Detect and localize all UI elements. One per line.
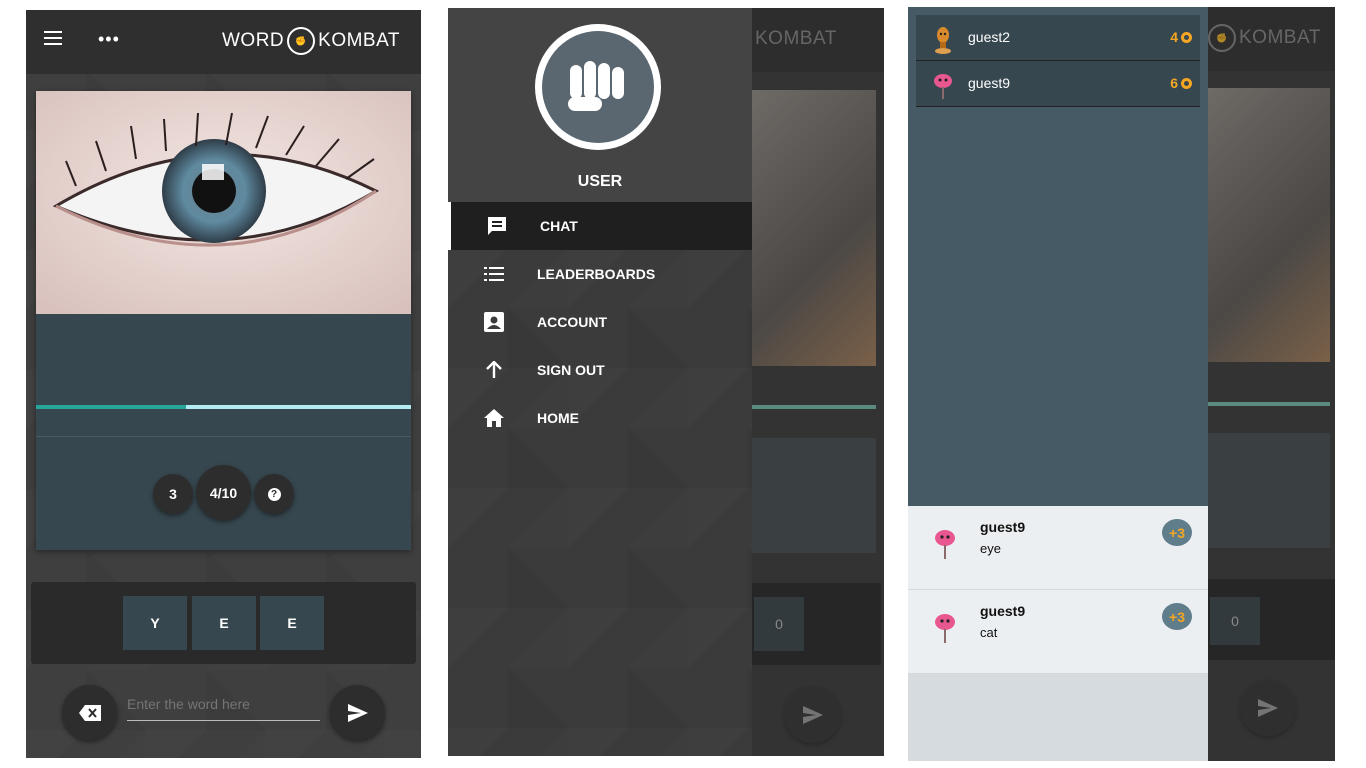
guest-avatar-orange-icon — [935, 27, 951, 54]
coin-icon — [1181, 31, 1192, 43]
chat-icon — [485, 214, 509, 238]
timer-progress-fill — [36, 405, 186, 409]
player-score: 4 — [1170, 29, 1192, 45]
help-icon: ? — [267, 487, 281, 501]
send-icon — [1258, 699, 1278, 717]
chat-message: guest9 eye +3 — [908, 506, 1208, 590]
background-tray: 0 — [752, 583, 881, 665]
leaderboard-row[interactable]: guest2 4 — [916, 15, 1200, 61]
leaderboard-row[interactable]: guest9 6 — [916, 61, 1200, 107]
app-logo: ✊ KOMBAT — [1208, 24, 1321, 52]
guest-avatar-pink-icon — [935, 530, 955, 559]
account-box-icon — [482, 310, 506, 334]
letter-tile: 0 — [754, 597, 804, 651]
menu-item-sign-out[interactable]: SIGN OUT — [448, 346, 752, 394]
background-submit-button — [784, 686, 841, 743]
divider — [36, 436, 411, 437]
home-icon — [482, 406, 506, 430]
background-tray: 0 — [1208, 579, 1335, 660]
timer-progress-bar — [36, 405, 411, 409]
points-badge: +3 — [1162, 519, 1192, 546]
list-icon — [482, 262, 506, 286]
send-icon — [347, 703, 368, 722]
backspace-icon — [78, 704, 101, 721]
game-card: 3 4/10 ? — [36, 91, 411, 550]
submit-word-button[interactable] — [330, 685, 385, 740]
letter-tile[interactable]: E — [192, 596, 256, 650]
points-badge: +3 — [1162, 603, 1192, 630]
chat-panel: guest2 4 guest9 6 guest9 eye +3 guest9 c… — [908, 7, 1208, 761]
more-options-icon[interactable]: ••• — [98, 29, 120, 50]
menu-item-home[interactable]: HOME — [448, 394, 752, 442]
round-counter: 4/10 — [196, 465, 251, 520]
word-input[interactable] — [127, 688, 320, 721]
background-progress-bar — [752, 405, 876, 409]
chat-message: guest9 cat +3 — [908, 590, 1208, 674]
drawer-header: USER — [448, 8, 752, 202]
chat-messages: guest9 eye +3 guest9 cat +3 — [908, 506, 1208, 761]
chat-screen: ✊ KOMBAT 0 guest2 4 guest9 6 guest9 eye … — [908, 7, 1335, 761]
letter-tile: 0 — [1210, 597, 1260, 645]
background-progress-bar — [1208, 402, 1330, 406]
word-count-badge: 3 — [153, 474, 193, 514]
fist-logo-icon: ✊ — [287, 27, 316, 55]
player-score: 6 — [1170, 75, 1192, 91]
menu-item-chat[interactable]: CHAT — [448, 202, 752, 250]
background-submit-button — [1240, 680, 1296, 736]
letter-tile[interactable]: Y — [123, 596, 187, 650]
letter-tile[interactable]: E — [260, 596, 324, 650]
background-image — [1208, 88, 1330, 362]
background-card — [1208, 433, 1330, 548]
menu-item-account[interactable]: ACCOUNT — [448, 298, 752, 346]
avatar — [535, 24, 661, 150]
background-card — [752, 438, 876, 553]
arrow-up-icon — [482, 358, 506, 382]
letter-tray: Y E E — [31, 582, 416, 664]
guest-avatar-pink-icon — [935, 614, 955, 643]
fist-logo-icon — [568, 61, 624, 111]
hamburger-menu-icon[interactable] — [44, 31, 62, 45]
navigation-drawer: USER CHAT LEADERBOARDS ACCOUNT SIGN OUT — [448, 8, 752, 756]
game-screen: ••• WORD ✊ KOMBAT 3 4/10 ? Y E E Enter t… — [26, 10, 421, 758]
coin-icon — [1181, 77, 1192, 89]
background-image — [752, 90, 876, 366]
guest-avatar-pink-icon — [934, 74, 952, 99]
drawer-username: USER — [577, 173, 623, 190]
drawer-screen: ✊ KOMBAT 0 USER — [448, 8, 884, 756]
app-logo: WORD ✊ KOMBAT — [222, 27, 400, 55]
top-app-bar: ••• WORD ✊ KOMBAT — [26, 10, 421, 74]
puzzle-image-eye — [36, 91, 411, 314]
menu-item-leaderboards[interactable]: LEADERBOARDS — [448, 250, 752, 298]
backspace-button[interactable] — [62, 685, 117, 740]
send-icon — [802, 705, 823, 724]
help-button[interactable]: ? — [254, 474, 294, 514]
fist-logo-icon: ✊ — [1208, 24, 1236, 52]
